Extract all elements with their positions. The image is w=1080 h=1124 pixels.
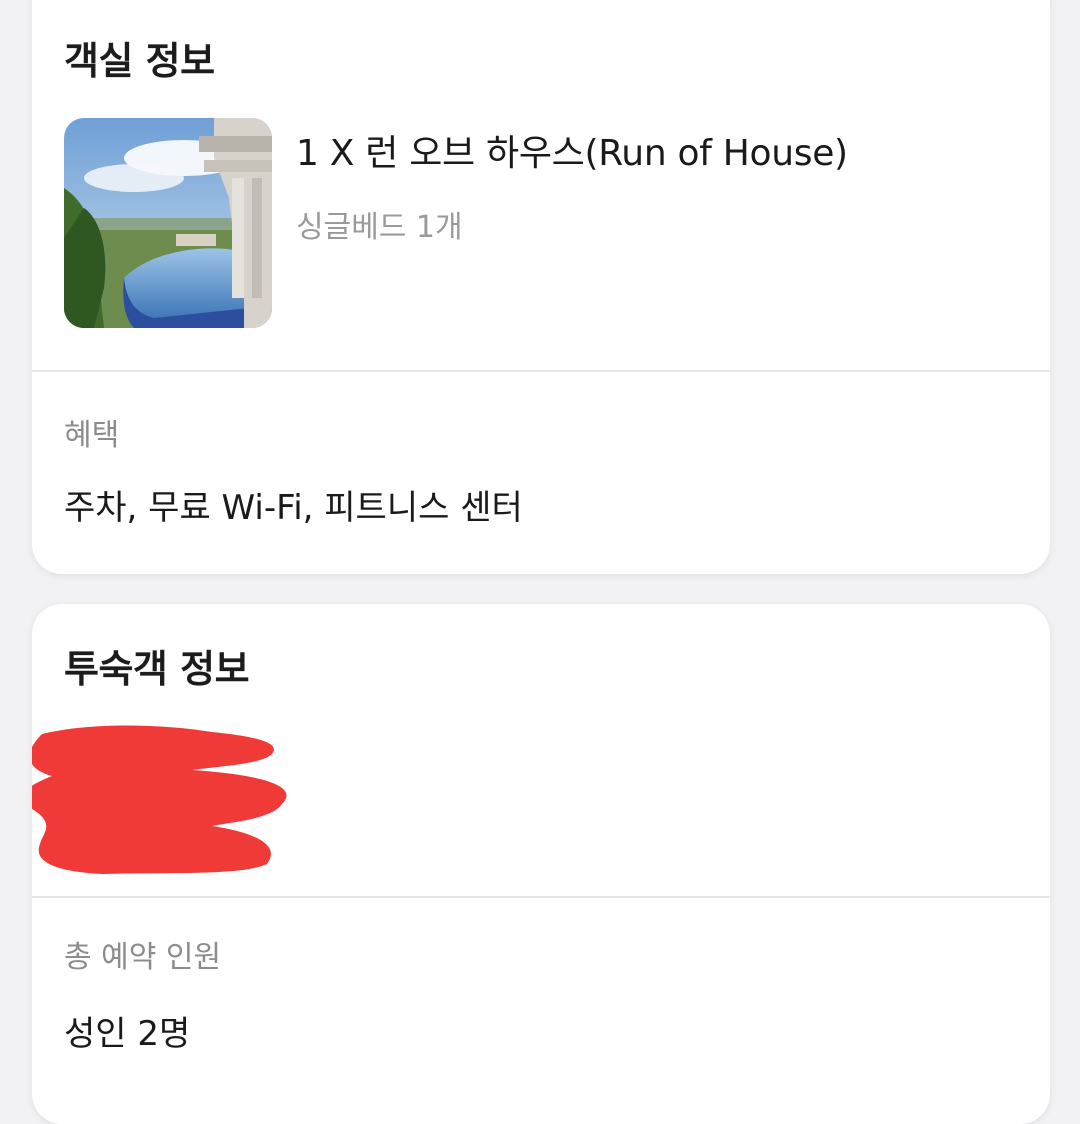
- bed-info: 싱글베드 1개: [296, 210, 463, 245]
- guest-info-card: 투숙객 정보 총 예약 인원 성인 2명: [32, 604, 1050, 1124]
- room-info-title: 객실 정보: [64, 39, 215, 83]
- total-guests-label: 총 예약 인원: [64, 940, 222, 975]
- benefits-value: 주차, 무료 Wi-Fi, 피트니스 센터: [64, 488, 523, 528]
- room-image[interactable]: [64, 118, 272, 328]
- redaction-mark: [32, 725, 287, 874]
- benefits-label: 혜택: [64, 418, 120, 453]
- room-name: 1 X 런 오브 하우스(Run of House): [296, 133, 848, 174]
- divider: [32, 370, 1050, 372]
- room-info-card: 객실 정보 1 X 런 오브 하우스(Run of House) 싱글베드 1개…: [32, 0, 1050, 574]
- total-guests-value: 성인 2명: [64, 1014, 191, 1054]
- divider: [32, 896, 1050, 898]
- hotel-pool-photo-icon: [64, 118, 272, 328]
- guest-info-title: 투숙객 정보: [64, 647, 250, 691]
